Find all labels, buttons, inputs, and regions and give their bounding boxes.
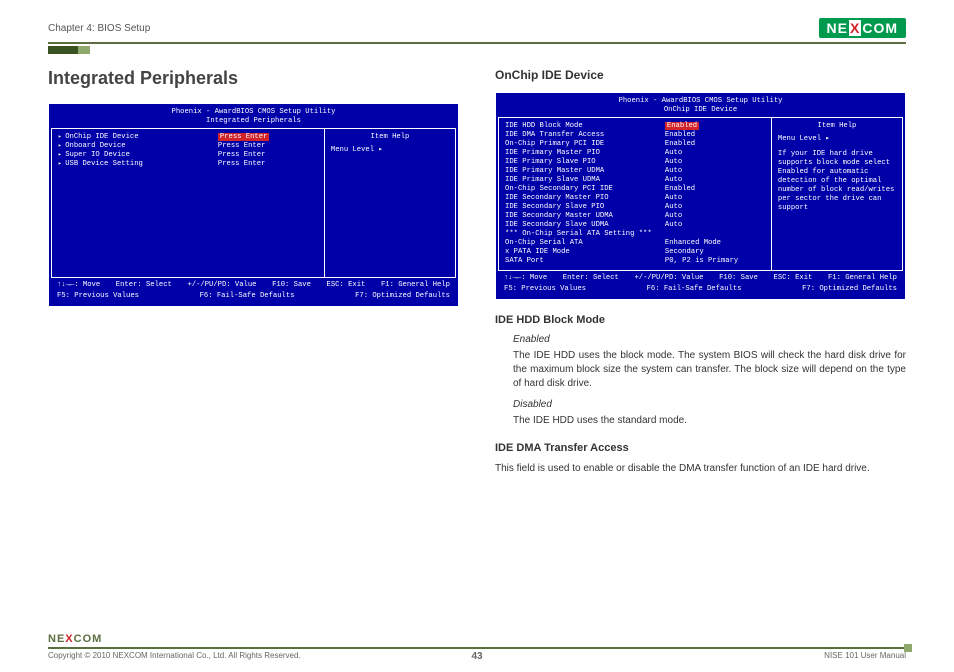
bios-row: Super IO DevicePress Enter — [58, 151, 318, 160]
bios-footer-item: Enter: Select — [563, 274, 619, 283]
bios-screen-integrated-peripherals: Phoenix - AwardBIOS CMOS Setup Utility I… — [48, 103, 459, 307]
bios-row: On-Chip Primary PCI IDEEnabled — [505, 140, 765, 149]
copyright-text: Copyright © 2010 NEXCOM International Co… — [48, 651, 301, 660]
bios-footer-item: F10: Save — [719, 274, 758, 283]
bios-footer-item: F6: Fail-Safe Defaults — [200, 292, 295, 301]
option-disabled-text: The IDE HDD uses the standard mode. — [513, 414, 906, 428]
option-enabled-label: Enabled — [513, 334, 906, 345]
bios-row: SATA PortP0, P2 is Primary — [505, 257, 765, 266]
bios-footer-item: F10: Save — [272, 281, 311, 290]
manual-name: NISE 101 User Manual — [824, 651, 906, 660]
header-rule — [48, 42, 906, 44]
bios-row: On-Chip Serial ATAEnhanced Mode — [505, 239, 765, 248]
bios-row: IDE Secondary Master PIOAuto — [505, 194, 765, 203]
accent-bar — [48, 46, 906, 54]
bios-row: OnChip IDE DevicePress Enter — [58, 133, 318, 142]
section-heading-onchip-ide: OnChip IDE Device — [495, 68, 906, 82]
bios-help-panel: Item Help Menu Level ▸ If your IDE hard … — [772, 118, 902, 270]
bios-row: IDE Secondary Slave UDMAAuto — [505, 221, 765, 230]
bios-row: PATA IDE ModeSecondary — [505, 248, 765, 257]
bios-footer-item: Enter: Select — [116, 281, 172, 290]
bios-row: IDE Primary Master UDMAAuto — [505, 167, 765, 176]
bios-footer-item: F1: General Help — [381, 281, 450, 290]
bios-footer-item: F5: Previous Values — [504, 285, 586, 294]
bios-row: IDE Secondary Slave PIOAuto — [505, 203, 765, 212]
bios-main-panel: IDE HDD Block ModeEnabledIDE DMA Transfe… — [499, 118, 772, 270]
dma-transfer-text: This field is used to enable or disable … — [495, 462, 906, 476]
bios-row: IDE Primary Master PIOAuto — [505, 149, 765, 158]
subheading-ide-dma-transfer: IDE DMA Transfer Access — [495, 442, 906, 454]
bios-footer: ↑↓→←: Move Enter: Select +/-/PU/PD: Value F… — [51, 278, 456, 304]
page-number: 43 — [471, 651, 482, 662]
bios-row: IDE DMA Transfer AccessEnabled — [505, 131, 765, 140]
bios-row: *** On-Chip Serial ATA Setting *** — [505, 230, 765, 239]
bios-footer-item: ESC: Exit — [774, 274, 813, 283]
bios-footer-item: +/-/PU/PD: Value — [187, 281, 256, 290]
bios-row: IDE HDD Block ModeEnabled — [505, 122, 765, 131]
chapter-label: Chapter 4: BIOS Setup — [48, 23, 150, 34]
bios-footer-item: F7: Optimized Defaults — [802, 285, 897, 294]
bios-footer-item: F7: Optimized Defaults — [355, 292, 450, 301]
bios-footer-item: F5: Previous Values — [57, 292, 139, 301]
bios-row: On-Chip Secondary PCI IDEEnabled — [505, 185, 765, 194]
page-footer: NEXCOM Copyright © 2010 NEXCOM Internati… — [48, 633, 906, 660]
option-enabled-text: The IDE HDD uses the block mode. The sys… — [513, 349, 906, 391]
bios-help-panel: Item Help Menu Level ▸ — [325, 129, 455, 277]
bios-row: USB Device SettingPress Enter — [58, 160, 318, 169]
bios-footer-item: ↑↓→←: Move — [504, 274, 547, 283]
bios-footer-item: +/-/PU/PD: Value — [634, 274, 703, 283]
bios-row: IDE Primary Slave UDMAAuto — [505, 176, 765, 185]
bios-row: Onboard DevicePress Enter — [58, 142, 318, 151]
bios-footer: ↑↓→←: Move Enter: Select +/-/PU/PD: Value F… — [498, 271, 903, 297]
bios-row: IDE Primary Slave PIOAuto — [505, 158, 765, 167]
bios-footer-item: F1: General Help — [828, 274, 897, 283]
page-title: Integrated Peripherals — [48, 68, 459, 89]
brand-logo: NEXCOM — [819, 18, 906, 38]
bios-title: Phoenix - AwardBIOS CMOS Setup Utility I… — [51, 106, 456, 128]
bios-main-panel: OnChip IDE DevicePress EnterOnboard Devi… — [52, 129, 325, 277]
option-disabled-label: Disabled — [513, 399, 906, 410]
bios-footer-item: ↑↓→←: Move — [57, 281, 100, 290]
bios-title: Phoenix - AwardBIOS CMOS Setup Utility O… — [498, 95, 903, 117]
bios-row: IDE Secondary Master UDMAAuto — [505, 212, 765, 221]
bios-footer-item: F6: Fail-Safe Defaults — [647, 285, 742, 294]
bios-screen-onchip-ide: Phoenix - AwardBIOS CMOS Setup Utility O… — [495, 92, 906, 300]
subheading-ide-hdd-block-mode: IDE HDD Block Mode — [495, 314, 906, 326]
bios-footer-item: ESC: Exit — [327, 281, 366, 290]
